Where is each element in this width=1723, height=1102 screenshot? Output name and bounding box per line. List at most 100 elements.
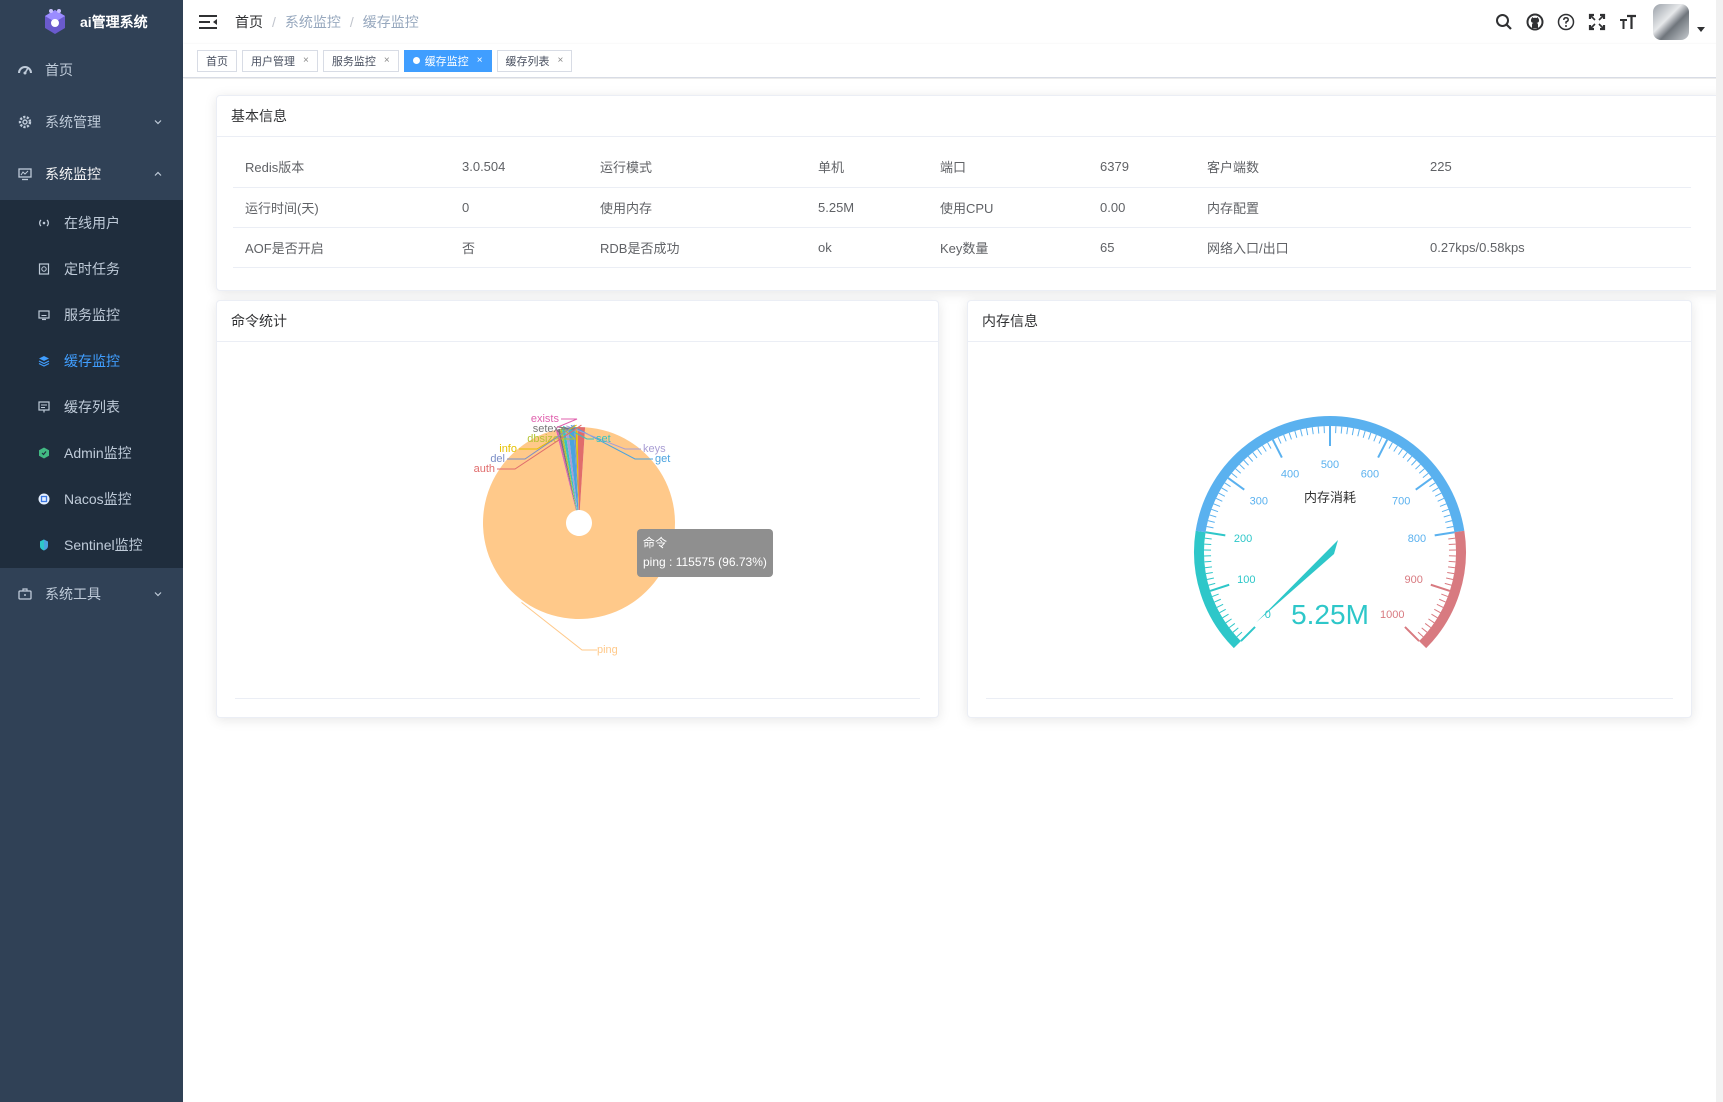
command-pie-chart[interactable]: pinggetkeyssetdbsizesetexexistsinfodelau… xyxy=(217,343,940,713)
gauge-minor-tick xyxy=(1209,514,1217,518)
info-label: 运行时间(天) xyxy=(233,187,450,228)
close-icon[interactable]: × xyxy=(384,55,390,66)
scrollbar-track[interactable] xyxy=(1716,0,1723,1102)
font-size-icon[interactable] xyxy=(1619,13,1637,31)
menu-item-label: 系统管理 xyxy=(45,114,101,130)
gauge-minor-tick xyxy=(1424,623,1432,629)
menu-item-system-monitor[interactable]: 系统监控 xyxy=(0,148,183,200)
memory-gauge-chart[interactable]: 01002003004005006007008009001000内存消耗5.25… xyxy=(968,343,1693,713)
gauge-minor-tick xyxy=(1437,497,1445,502)
admin-icon xyxy=(38,447,50,459)
github-icon[interactable] xyxy=(1526,13,1544,31)
nacos-icon xyxy=(38,493,50,505)
gauge-minor-tick xyxy=(1205,571,1213,575)
menu-item-label: 系统工具 xyxy=(45,586,101,602)
sidebar-item-label: 服务监控 xyxy=(64,307,120,323)
gauge-minor-tick xyxy=(1418,468,1425,474)
tag-label: 用户管理 xyxy=(251,55,295,68)
gauge-minor-tick xyxy=(1415,463,1421,470)
gauge-minor-tick xyxy=(1252,452,1258,459)
chevron-down-icon xyxy=(154,120,162,125)
gauge-minor-tick xyxy=(1398,448,1403,455)
divider xyxy=(986,698,1673,699)
sidebar-item-label: 在线用户 xyxy=(64,215,120,231)
card-title: 基本信息 xyxy=(217,96,1723,137)
command-stats-card: 命令统计 ping get keys set dbsize setex exists info… xyxy=(216,300,939,718)
gauge-minor-tick xyxy=(1447,571,1455,575)
gauge-minor-tick xyxy=(1232,627,1239,633)
gauge-minor-tick xyxy=(1317,426,1320,434)
gauge-minor-tick xyxy=(1406,455,1413,462)
gauge-tick-label: 400 xyxy=(1281,469,1299,481)
online-icon xyxy=(38,217,50,229)
gauge-minor-tick xyxy=(1411,459,1417,466)
breadcrumb-separator: / xyxy=(349,14,354,30)
gauge-minor-tick xyxy=(1204,566,1213,569)
menu-item-home[interactable]: 首页 xyxy=(0,44,183,96)
gauge-minor-tick xyxy=(1206,525,1214,529)
gauge-minor-tick xyxy=(1351,428,1355,436)
gauge-minor-tick xyxy=(1206,577,1214,580)
menu-item-system-tools[interactable]: 系统工具 xyxy=(0,568,183,620)
sidebar-item-cache-list[interactable]: 缓存列表 xyxy=(0,384,183,430)
sidebar-item-admin-monitor[interactable]: Admin监控 xyxy=(0,430,183,476)
caret-down-icon[interactable] xyxy=(1697,25,1705,33)
gauge-minor-tick xyxy=(1448,537,1456,540)
gauge-minor-tick xyxy=(1236,631,1243,638)
tag-home[interactable]: 首页 xyxy=(197,49,237,72)
memory-info-card: 内存信息 0 100 200 300 400 500 600 700 800 900 1000 内存消… xyxy=(967,300,1692,718)
tooltip-title: 命令 xyxy=(643,536,668,550)
avatar[interactable] xyxy=(1653,4,1689,40)
sidebar-item-scheduled-jobs[interactable]: 定时任务 xyxy=(0,246,183,292)
app-title: ai管理系统 xyxy=(80,14,148,30)
divider xyxy=(235,698,920,699)
gauge-minor-tick xyxy=(1288,432,1292,440)
breadcrumb-separator: / xyxy=(272,14,276,30)
sidebar-item-label: Sentinel监控 xyxy=(64,537,143,553)
gauge-value-label: 5.25M xyxy=(1291,599,1369,630)
gauge-minor-tick xyxy=(1207,520,1215,523)
gauge-tick-label: 300 xyxy=(1250,495,1268,507)
info-label: 使用内存 xyxy=(588,187,806,228)
logo[interactable]: ai管理系统 xyxy=(0,0,183,44)
chevron-down-icon xyxy=(154,592,162,597)
gauge-minor-tick xyxy=(1439,598,1446,603)
info-label: Key数量 xyxy=(928,227,1088,268)
gauge-tick-label: 200 xyxy=(1234,533,1252,545)
gauge-title: 内存消耗 xyxy=(1304,490,1356,505)
info-value: 3.0.504 xyxy=(450,147,588,188)
tag-server-monitor[interactable]: 服务监控 × xyxy=(322,49,399,72)
tag-cache-list[interactable]: 缓存列表 × xyxy=(496,49,573,72)
sidebar-item-nacos-monitor[interactable]: Nacos监控 xyxy=(0,476,183,522)
main-content: 基本信息 Redis版本 3.0.504 运行模式 单机 端口 6379 客户端数 225 运行… xyxy=(183,79,1723,1102)
search-icon[interactable] xyxy=(1495,13,1513,31)
navbar: 首页 / 系统监控 / 缓存监控 xyxy=(183,0,1723,44)
close-icon[interactable]: × xyxy=(303,55,309,66)
gauge-minor-tick xyxy=(1444,582,1452,586)
info-value: 0.27kps/0.58kps xyxy=(1418,227,1691,268)
gauge-major-tick xyxy=(1434,531,1455,537)
close-icon[interactable]: × xyxy=(558,55,564,66)
gauge-minor-tick xyxy=(1378,436,1383,444)
gauge-minor-tick xyxy=(1219,608,1226,614)
gauge-major-tick xyxy=(1430,583,1451,592)
tag-cache-monitor[interactable]: 缓存监控 × xyxy=(403,49,492,72)
gauge-major-tick xyxy=(1240,626,1256,642)
help-icon[interactable] xyxy=(1557,13,1575,31)
redis-icon xyxy=(38,355,50,367)
sidebar-item-sentinel-monitor[interactable]: Sentinel监控 xyxy=(0,522,183,568)
info-value: ok xyxy=(806,227,928,268)
fullscreen-icon[interactable] xyxy=(1588,13,1606,31)
gauge-minor-tick xyxy=(1294,430,1298,438)
sidebar-item-cache-monitor[interactable]: 缓存监控 xyxy=(0,338,183,384)
gauge-minor-tick xyxy=(1218,492,1226,497)
close-icon[interactable]: × xyxy=(477,55,483,66)
info-label: 使用CPU xyxy=(928,187,1088,228)
tag-user-management[interactable]: 用户管理 × xyxy=(242,49,318,72)
sidebar-item-online-users[interactable]: 在线用户 xyxy=(0,200,183,246)
breadcrumb-item[interactable]: 首页 xyxy=(235,12,263,32)
hamburger-icon[interactable] xyxy=(197,11,219,33)
gauge-minor-tick xyxy=(1417,631,1424,638)
menu-item-system-management[interactable]: 系统管理 xyxy=(0,96,183,148)
sidebar-item-server-monitor[interactable]: 服务监控 xyxy=(0,292,183,338)
